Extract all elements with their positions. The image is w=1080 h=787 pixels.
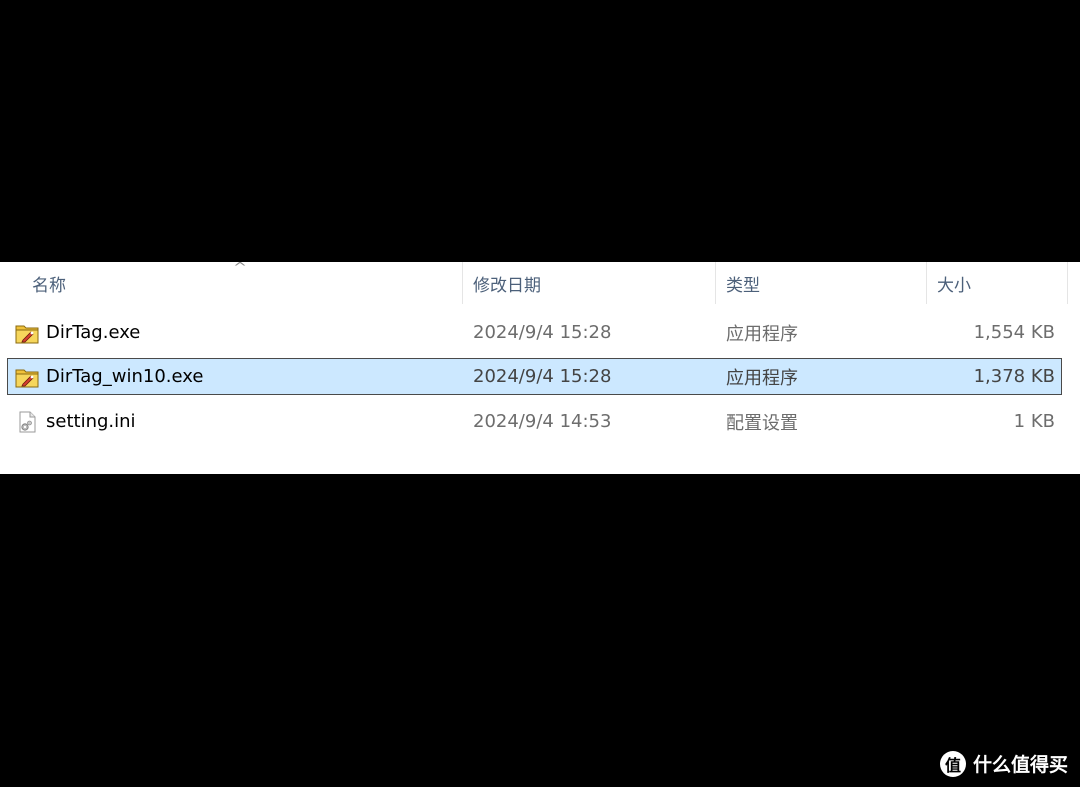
file-size: 1 KB — [1013, 411, 1055, 432]
file-name-cell[interactable]: DirTag_win10.exe — [14, 359, 203, 394]
file-row[interactable]: setting.ini 2024/9/4 14:53 配置设置 1 KB — [7, 403, 1062, 440]
file-size: 1,378 KB — [973, 366, 1055, 387]
column-header-type[interactable]: 类型 — [716, 262, 926, 304]
file-type: 应用程序 — [726, 367, 798, 389]
screen: ^ 名称 修改日期 类型 大小 DirTag.exe 2024/9/4 15:2… — [0, 0, 1080, 787]
column-header-size-label: 大小 — [937, 275, 971, 296]
ini-settings-file-icon — [19, 411, 36, 432]
file-name-cell[interactable]: DirTag.exe — [14, 315, 140, 350]
file-name: DirTag_win10.exe — [46, 366, 204, 387]
column-header-date-modified[interactable]: 修改日期 — [463, 262, 715, 304]
watermark-text: 什么值得买 — [972, 754, 1068, 776]
column-header-size[interactable]: 大小 — [927, 262, 1067, 304]
file-row-selected[interactable]: DirTag_win10.exe 2024/9/4 15:28 应用程序 1,3… — [7, 358, 1062, 395]
watermark: 值 什么值得买 — [939, 750, 1068, 777]
file-date-modified: 2024/9/4 15:28 — [473, 322, 612, 343]
file-name: DirTag.exe — [46, 322, 141, 343]
column-header-name-label: 名称 — [32, 275, 66, 296]
file-row[interactable]: DirTag.exe 2024/9/4 15:28 应用程序 1,554 KB — [7, 314, 1062, 351]
sort-ascending-icon: ^ — [232, 260, 248, 274]
column-header-name[interactable]: ^ 名称 — [0, 260, 462, 304]
file-name: setting.ini — [46, 411, 136, 432]
file-list-panel: ^ 名称 修改日期 类型 大小 DirTag.exe 2024/9/4 15:2… — [0, 260, 1080, 474]
file-type: 应用程序 — [726, 323, 798, 345]
file-date-modified: 2024/9/4 14:53 — [473, 411, 612, 432]
file-type: 配置设置 — [726, 412, 798, 434]
watermark-logo-icon: 值 — [939, 750, 966, 777]
column-header-type-label: 类型 — [726, 275, 760, 296]
exe-app-icon — [15, 325, 39, 343]
column-header-date-label: 修改日期 — [473, 275, 541, 296]
file-date-modified: 2024/9/4 15:28 — [473, 366, 612, 387]
file-name-cell[interactable]: setting.ini — [14, 404, 136, 439]
exe-app-icon — [15, 369, 39, 387]
file-size: 1,554 KB — [973, 322, 1055, 343]
column-divider[interactable] — [1067, 262, 1068, 304]
